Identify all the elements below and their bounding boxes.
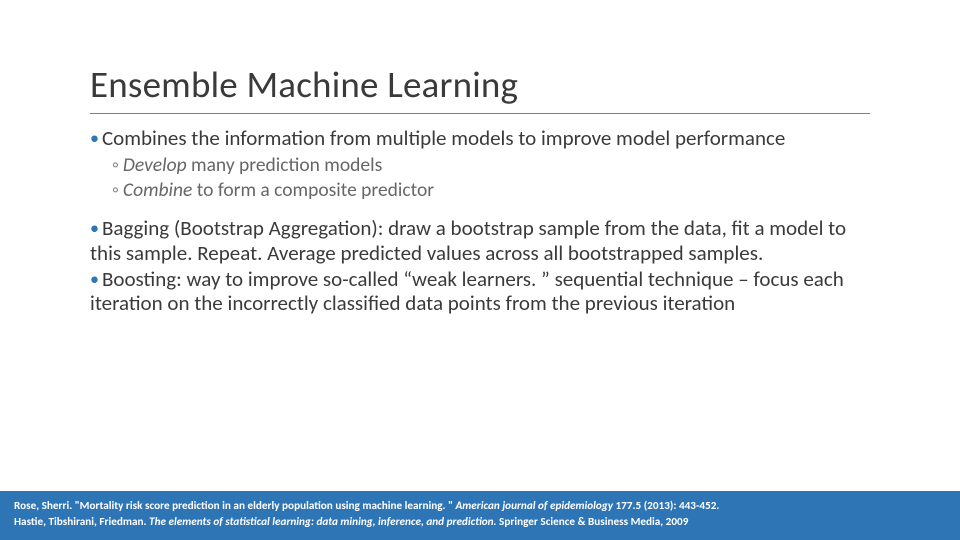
citation-journal: The elements of statistical learning: da… xyxy=(149,515,497,529)
sub-bullet-text: to form a composite predictor xyxy=(192,178,434,202)
bullet-group: •Bagging (Bootstrap Aggregation): draw a… xyxy=(90,216,880,315)
slide: Ensemble Machine Learning •Combines the … xyxy=(0,0,960,540)
citation-text: Rose, Sherri. "Mortality risk score pred… xyxy=(14,499,456,513)
sub-bullet-item: ◦Develop many prediction models xyxy=(112,154,880,177)
bullet-item: •Boosting: way to improve so-called “wea… xyxy=(90,267,880,316)
bullet-marker: • xyxy=(90,217,99,239)
bullet-text: Boosting: way to improve so-called “weak… xyxy=(90,266,844,316)
sub-bullet-text: many prediction models xyxy=(187,153,383,177)
bullet-marker: • xyxy=(90,268,99,290)
footer-citation: Rose, Sherri. "Mortality risk score pred… xyxy=(14,498,946,514)
bullet-item: •Combines the information from multiple … xyxy=(90,126,880,150)
sub-bullet-group: ◦Develop many prediction models ◦Combine… xyxy=(112,154,880,202)
sub-bullet-marker: ◦ xyxy=(112,178,119,202)
sub-bullet-em: Develop xyxy=(123,153,187,177)
bullet-text: Bagging (Bootstrap Aggregation): draw a … xyxy=(90,215,846,265)
bullet-text: Combines the information from multiple m… xyxy=(102,125,785,151)
citation-text: Hastie, Tibshirani, Friedman. xyxy=(14,515,149,529)
footer-bar: Rose, Sherri. "Mortality risk score pred… xyxy=(0,491,960,540)
sub-bullet-marker: ◦ xyxy=(112,153,119,177)
bullet-marker: • xyxy=(90,127,99,149)
citation-journal: American journal of epidemiology xyxy=(456,499,613,513)
footer-citation: Hastie, Tibshirani, Friedman. The elemen… xyxy=(14,514,946,530)
sub-bullet-item: ◦Combine to form a composite predictor xyxy=(112,179,880,202)
bullet-item: •Bagging (Bootstrap Aggregation): draw a… xyxy=(90,216,880,265)
slide-body: •Combines the information from multiple … xyxy=(90,126,880,318)
citation-text: 177.5 (2013): 443-452. xyxy=(613,499,719,513)
citation-text: Springer Science & Business Media, 2009 xyxy=(497,515,689,529)
sub-bullet-em: Combine xyxy=(123,178,192,202)
slide-title: Ensemble Machine Learning xyxy=(90,62,870,114)
